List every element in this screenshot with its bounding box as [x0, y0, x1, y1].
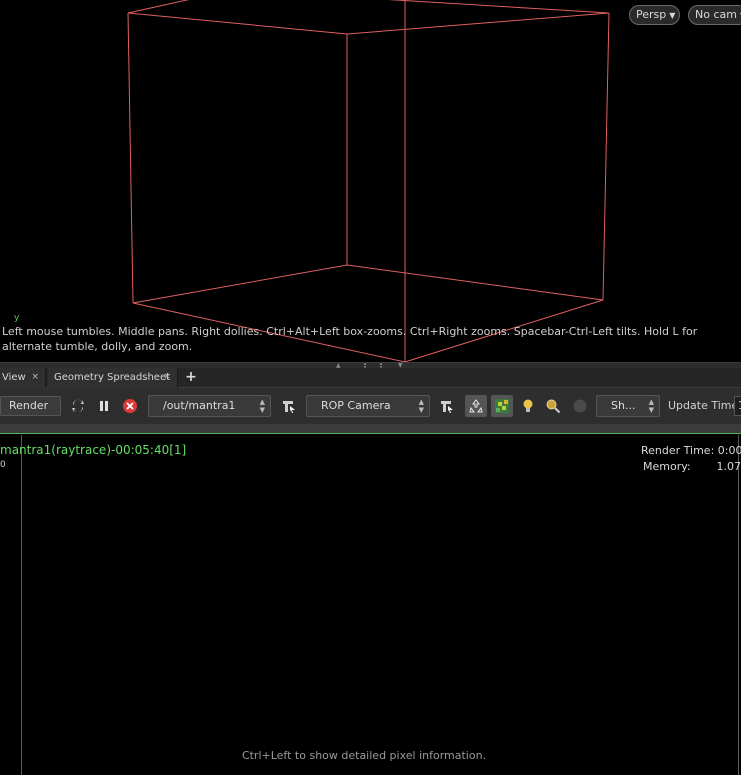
perspective-label: Persp [636, 8, 667, 21]
render-info-title: mantra1(raytrace)-00:05:40[1] [0, 443, 187, 457]
tab-geometry-spreadsheet[interactable]: Geometry Spreadsheet × [48, 368, 178, 388]
render-output-area[interactable]: mantra1(raytrace)-00:05:40[1] 0 Render T… [0, 435, 741, 775]
pane-tab-bar: View × Geometry Spreadsheet × + [0, 368, 741, 388]
jump-to-camera-icon[interactable] [437, 396, 457, 416]
pause-icon[interactable] [94, 396, 114, 416]
timeline-strip[interactable] [0, 424, 741, 434]
auto-update-icon[interactable] [465, 395, 487, 417]
preview-checker-icon[interactable] [491, 395, 513, 417]
viewport-hint-text: Left mouse tumbles. Middle pans. Right d… [2, 325, 698, 353]
refresh-icon[interactable] [68, 396, 88, 416]
axis-indicator-y: y [14, 313, 20, 323]
magnifier-icon[interactable] [543, 396, 563, 416]
scene-viewport[interactable]: Persp▼ No cam▼ y Left mouse tumbles. Mid… [0, 0, 741, 362]
close-icon[interactable]: × [163, 368, 171, 387]
tab-label: View [2, 372, 26, 383]
caret-down-icon: ▼ [669, 11, 676, 20]
camera-menu-button[interactable]: No cam▼ [688, 5, 741, 25]
spinner-arrows-icon: ▲ ▼ [648, 398, 654, 414]
memory-value: 1.07 [716, 460, 741, 473]
render-button[interactable]: Render [0, 396, 61, 416]
spinner-arrows-icon: ▲ ▼ [259, 398, 265, 414]
shading-mode-select[interactable]: Sh... ▲ ▼ [596, 395, 660, 417]
tab-label: Geometry Spreadsheet [54, 372, 171, 383]
perspective-menu-button[interactable]: Persp ▼ [629, 5, 680, 25]
render-time-label: Render Time: [641, 444, 715, 457]
tab-view[interactable]: View × [0, 368, 46, 388]
render-info-sub: 0 [0, 460, 6, 470]
update-time-field[interactable]: 1 [734, 396, 741, 416]
camera-label: No cam [695, 8, 737, 21]
memory-label: Memory: [643, 460, 691, 473]
render-time-value: 0:00: [717, 444, 741, 457]
rop-camera-select[interactable]: ROP Camera ▲ ▼ [306, 395, 430, 417]
pixel-info-hint: Ctrl+Left to show detailed pixel informa… [241, 749, 487, 762]
stop-render-icon[interactable] [120, 396, 140, 416]
snapshot-disabled-icon[interactable] [570, 396, 590, 416]
render-toolbar: Render /out/mantra1 ▲ ▼ ROP Camera ▲ ▼ Sh.… [0, 388, 741, 424]
light-bulb-icon[interactable] [518, 396, 538, 416]
rop-path-value: /out/mantra1 [163, 399, 236, 412]
close-icon[interactable]: × [31, 368, 39, 387]
shading-mode-value: Sh... [611, 399, 636, 412]
wireframe-box [127, 0, 610, 362]
rop-path-select[interactable]: /out/mantra1 ▲ ▼ [148, 395, 271, 417]
update-time-label: Update Time [668, 399, 739, 412]
jump-to-node-icon[interactable] [279, 396, 299, 416]
render-stats: Render Time: 0:00: Memory: 1.07 [641, 443, 741, 475]
rop-camera-value: ROP Camera [321, 399, 391, 412]
image-right-edge [738, 435, 739, 775]
add-tab-button[interactable]: + [183, 368, 199, 388]
image-left-edge [21, 435, 22, 775]
spinner-arrows-icon: ▲ ▼ [418, 398, 424, 414]
